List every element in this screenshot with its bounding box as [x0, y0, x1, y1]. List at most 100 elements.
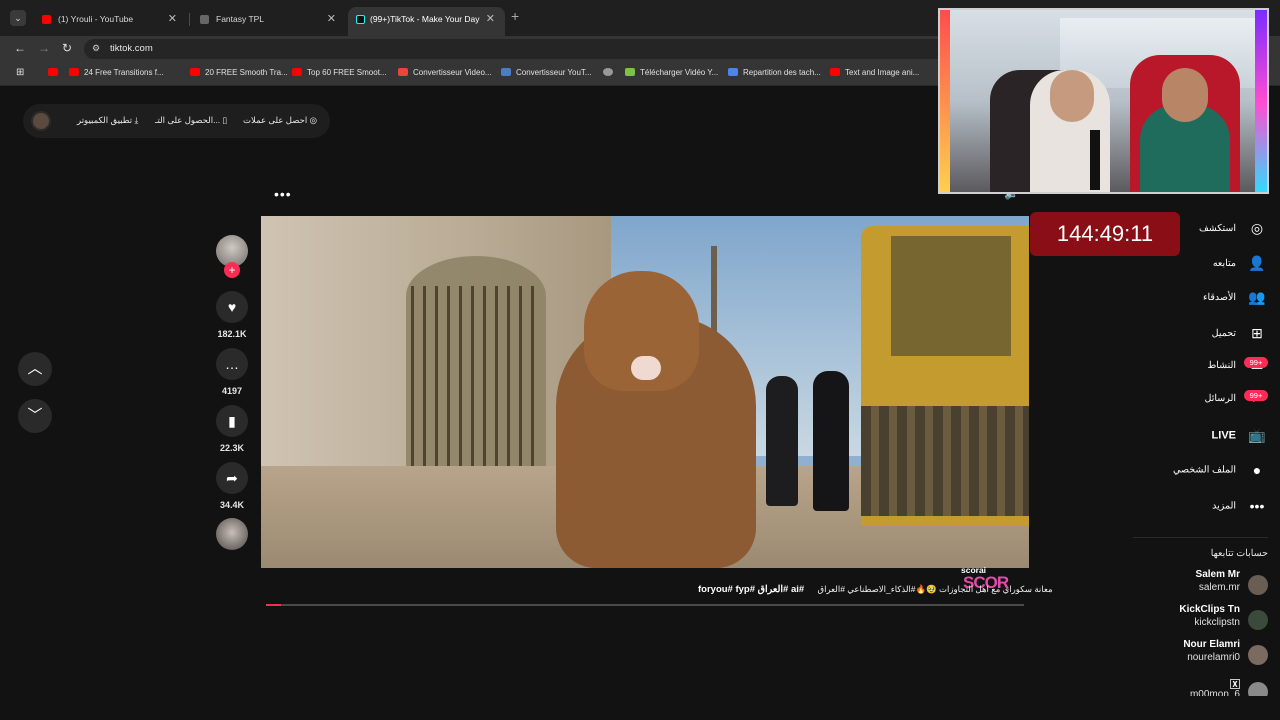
comment-button[interactable]: … 4197 — [216, 348, 248, 396]
phone-icon: ▯ — [222, 115, 228, 125]
bookmark-item[interactable]: Text and Image ani... — [830, 67, 919, 79]
bookmark-item[interactable] — [48, 67, 63, 79]
sidebar-item-more[interactable]: •••المزيد — [1212, 498, 1268, 520]
bookmark-item[interactable]: 20 FREE Smooth Tra... — [190, 67, 288, 79]
tab-fantasy-tpl[interactable]: Fantasy TPL ✕ — [180, 7, 346, 36]
tab-title: (99+)TikTok - Make Your Day — [370, 14, 480, 24]
site-info-icon[interactable]: ⚙ — [92, 43, 100, 54]
video-frame-track — [861, 406, 1029, 516]
video-progress-bar[interactable] — [266, 604, 1024, 606]
avatar[interactable] — [31, 111, 51, 131]
globe-icon — [603, 68, 613, 76]
bookmark-item[interactable]: 24 Free Transitions f... — [69, 67, 164, 79]
bookmark-item[interactable]: Convertisseur Video... — [398, 67, 492, 79]
forward-icon[interactable]: → — [38, 41, 50, 55]
profile-icon: ● — [1252, 462, 1262, 478]
next-video-button[interactable]: ﹀ — [18, 399, 52, 433]
like-button[interactable]: ♥ 182.1K — [216, 291, 248, 339]
messages-badge: 99+ — [1244, 390, 1268, 401]
video-progress-fill — [266, 604, 282, 606]
page-icon — [200, 15, 209, 24]
avatar — [1248, 575, 1268, 595]
webcam-microphone — [1090, 130, 1100, 190]
more-options-icon[interactable]: ••• — [274, 186, 292, 202]
close-icon[interactable]: ✕ — [168, 7, 177, 31]
video-frame-bulldozer-cab — [891, 236, 1011, 356]
live-icon: 📺 — [1248, 427, 1266, 443]
docs-icon — [728, 68, 738, 76]
video-hashtags[interactable]: foryou# fyp# العراق# ai# — [698, 584, 804, 595]
z-icon — [398, 68, 408, 76]
youtube-icon — [42, 15, 51, 24]
converter-icon — [501, 68, 511, 76]
bookmark-icon: ▮ — [216, 405, 248, 437]
sidebar-divider — [1133, 537, 1268, 538]
youtube-icon — [190, 68, 200, 76]
more-icon: ••• — [1249, 498, 1265, 514]
followed-account[interactable]: Nour Elamri nourelamri0 — [1118, 639, 1268, 673]
share-button[interactable]: ➦ 34.4K — [216, 462, 248, 510]
youtube-icon — [48, 68, 58, 76]
stream-timer: 144:49:11 — [1030, 212, 1180, 256]
activity-badge: 99+ — [1244, 357, 1268, 368]
tab-tiktok[interactable]: (99+)TikTok - Make Your Day ✕ — [348, 7, 505, 36]
followed-account[interactable]: Salem Mr salem.mr — [1118, 569, 1268, 603]
video-caption: معانة سكوراي مع اهل التجاوزات 🥹🔥#الذكاء_… — [817, 584, 1053, 594]
video-frame-capybara-mouth — [631, 356, 661, 380]
chevron-up-icon: ︿ — [27, 360, 43, 377]
video-frame-officer — [766, 376, 798, 506]
video-frame-officer — [813, 371, 849, 511]
upload-icon: ⊞ — [1251, 325, 1263, 341]
previous-video-button[interactable]: ︿ — [18, 352, 52, 386]
youtube-icon — [830, 68, 840, 76]
bookmark-item[interactable]: Télécharger Vidéo Y... — [625, 67, 718, 79]
download-icon — [625, 68, 635, 76]
apps-icon[interactable]: ⊞ — [16, 67, 24, 79]
followed-account[interactable]: KickClips Tn kickclipstn — [1118, 604, 1268, 638]
friends-icon: 👥 — [1248, 289, 1266, 305]
desktop-app-button[interactable]: تطبيق الكمبيوتر ⤓ — [77, 115, 138, 126]
tab-youtube[interactable]: (1) Yrouli - YouTube ✕ — [22, 7, 187, 36]
tab-title: Fantasy TPL — [216, 14, 265, 24]
followed-account[interactable]: 🅇 m00mon_6 — [1118, 676, 1268, 696]
avatar — [1248, 682, 1268, 696]
bookmark-item[interactable]: Top 60 FREE Smoot... — [292, 67, 387, 79]
following-icon: 👤 — [1248, 255, 1266, 271]
get-app-button[interactable]: الحصول على التـ... ▯ — [155, 115, 227, 126]
sidebar-item-following[interactable]: 👤متابعه — [1213, 255, 1268, 277]
follow-plus-icon[interactable]: + — [224, 262, 240, 278]
avatar — [1248, 645, 1268, 665]
bookmark-item[interactable]: Convertisseur YouT... — [501, 67, 592, 79]
share-count: 34.4K — [219, 500, 245, 510]
sidebar-item-profile[interactable]: ●الملف الشخصي — [1173, 462, 1268, 484]
heart-icon: ♥ — [216, 291, 248, 323]
save-button[interactable]: ▮ 22.3K — [216, 405, 248, 453]
like-count: 182.1K — [217, 329, 247, 339]
sidebar-item-explore[interactable]: ◎استكشف — [1199, 220, 1268, 242]
compass-icon: ◎ — [1250, 220, 1264, 236]
get-coins-button[interactable]: احصل على عملات ◎ — [243, 115, 317, 126]
video-player[interactable] — [261, 216, 1029, 568]
comment-count: 4197 — [221, 386, 243, 396]
webcam-person-head — [1050, 70, 1094, 122]
sidebar-item-friends[interactable]: 👥الأصدقاء — [1203, 289, 1268, 311]
back-icon[interactable]: ← — [14, 41, 26, 55]
music-disc-icon[interactable] — [216, 518, 248, 550]
close-icon[interactable]: ✕ — [327, 7, 336, 31]
sidebar-item-live[interactable]: 📺LIVE — [1212, 427, 1268, 449]
bookmark-item[interactable]: Repartition des tach... — [728, 67, 821, 79]
bookmark-item[interactable] — [603, 67, 618, 79]
youtube-icon — [69, 68, 79, 76]
webcam-rgb-light — [1255, 10, 1267, 192]
youtube-icon — [292, 68, 302, 76]
new-tab-icon[interactable]: + — [511, 8, 519, 24]
coin-icon: ◎ — [309, 115, 317, 125]
following-accounts-heading: حسابات تتابعها — [1210, 548, 1268, 559]
tiktok-icon — [356, 15, 365, 24]
webcam-person-head — [1162, 68, 1208, 122]
reload-icon[interactable]: ↻ — [62, 41, 72, 55]
share-icon: ➦ — [216, 462, 248, 494]
sidebar-item-upload[interactable]: ⊞تحميل — [1212, 325, 1268, 347]
close-icon[interactable]: ✕ — [486, 7, 495, 31]
video-frame-gate-bars — [411, 286, 541, 491]
